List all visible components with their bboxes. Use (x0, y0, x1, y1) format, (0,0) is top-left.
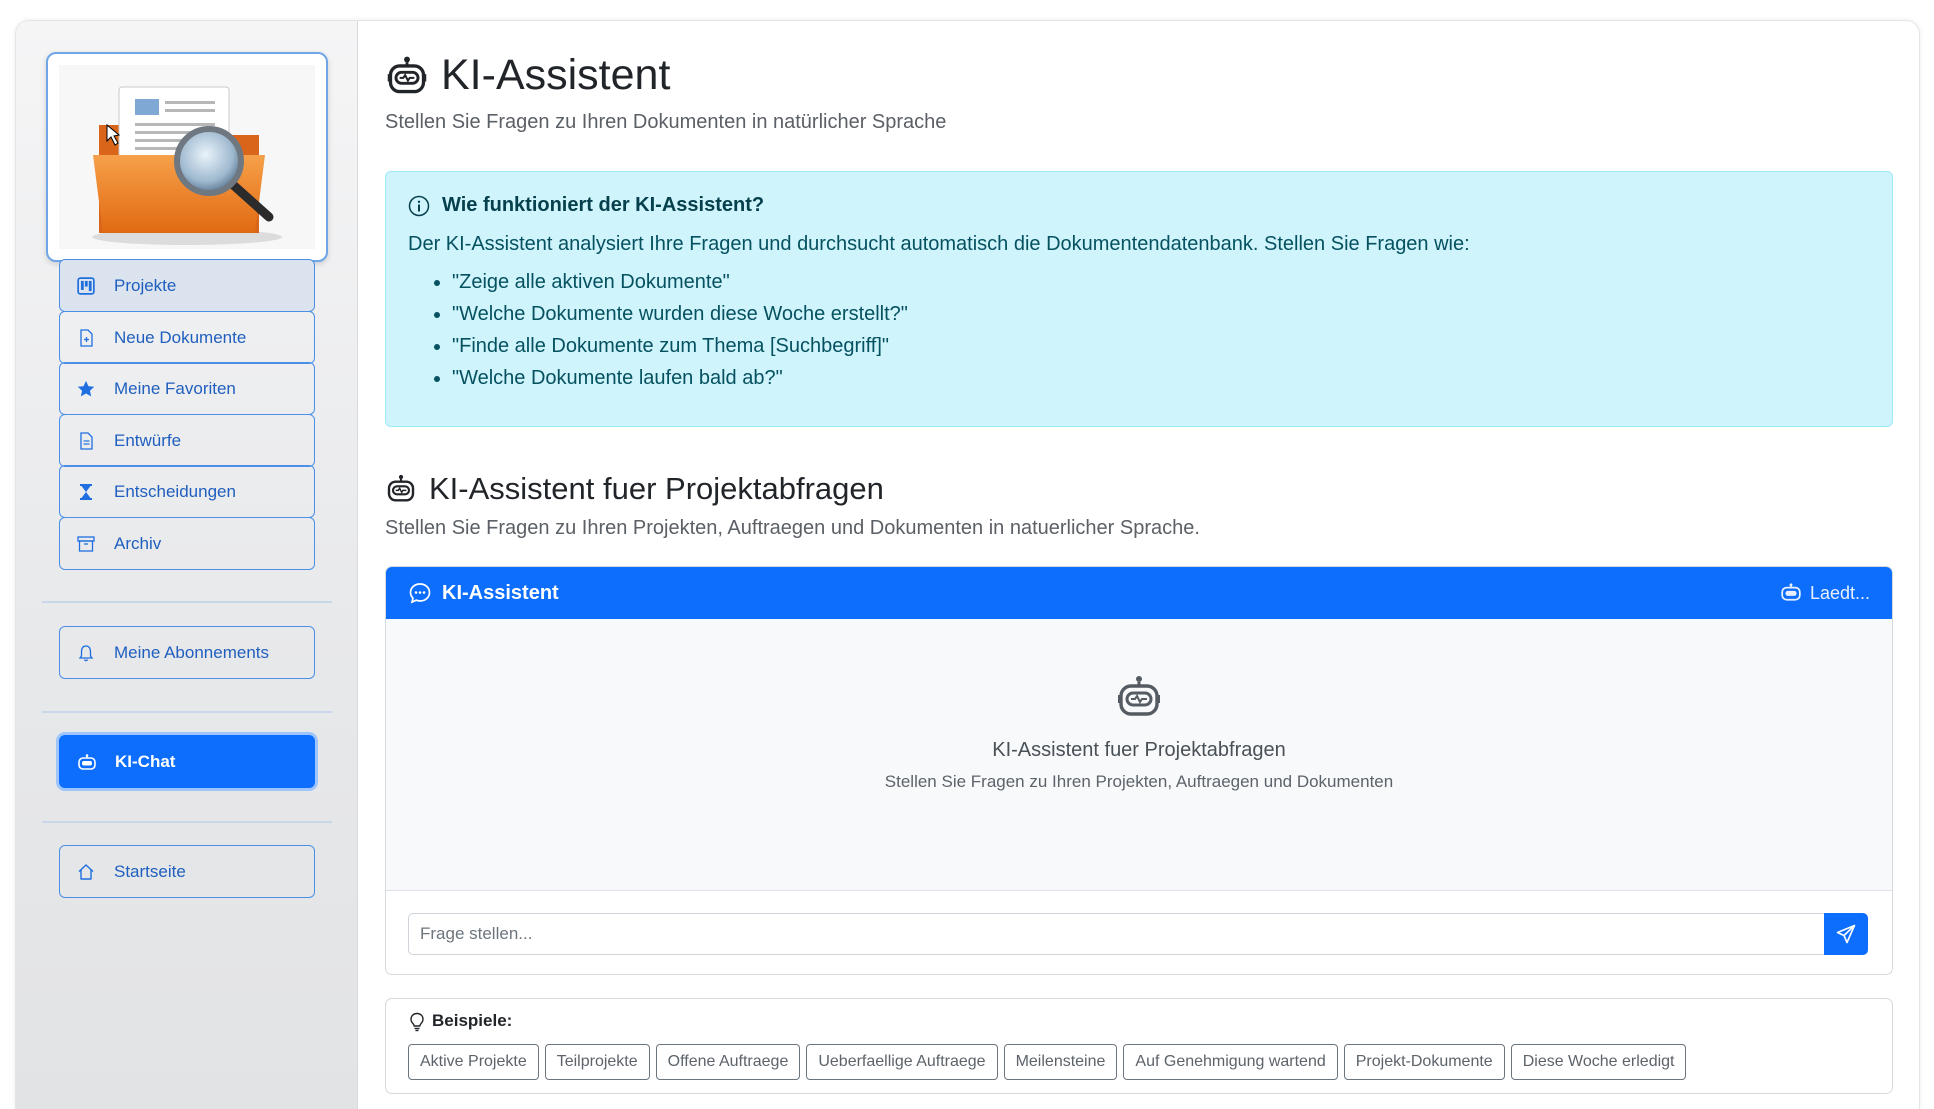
examples-panel: Beispiele: Aktive Projekte Teilprojekte … (385, 998, 1893, 1094)
example-chip-teilprojekte[interactable]: Teilprojekte (544, 1044, 650, 1080)
file-text-icon (76, 431, 96, 451)
sidebar-item-entwuerfe[interactable]: Entwürfe (59, 414, 315, 467)
robot-icon (385, 54, 429, 98)
logo[interactable] (46, 52, 328, 262)
folder-search-logo-icon (59, 65, 315, 249)
info-circle-icon (408, 195, 430, 217)
page-subtitle: Stellen Sie Fragen zu Ihren Dokumenten i… (385, 111, 947, 133)
sidebar-item-meine-favoriten[interactable]: Meine Favoriten (59, 362, 315, 415)
sidebar-item-archiv[interactable]: Archiv (59, 517, 315, 570)
example-chip-meilensteine[interactable]: Meilensteine (1003, 1044, 1118, 1080)
example-chip-diese-woche-erledigt[interactable]: Diese Woche erledigt (1510, 1044, 1687, 1080)
sidebar-item-label: Projekte (114, 275, 177, 295)
sidebar-item-entscheidungen[interactable]: Entscheidungen (59, 465, 315, 518)
sidebar-item-meine-abonnements[interactable]: Meine Abonnements (59, 626, 315, 679)
sidebar-item-projekte[interactable]: Projekte (59, 259, 315, 312)
sidebar-item-label: Archiv (114, 533, 162, 553)
sidebar-item-label: Startseite (114, 861, 186, 881)
example-chip-projekt-dokumente[interactable]: Projekt-Dokumente (1343, 1044, 1505, 1080)
info-example-list: "Zeige alle aktiven Dokumente" "Welche D… (452, 270, 1870, 390)
sidebar-item-label: Meine Abonnements (114, 642, 269, 662)
sidebar-item-label: Neue Dokumente (114, 327, 247, 347)
sidebar-item-startseite[interactable]: Startseite (59, 845, 315, 898)
sidebar-item-label: KI-Chat (115, 751, 176, 771)
page-title-text: KI-Assistent (441, 51, 671, 99)
info-heading: Wie funktioniert der KI-Assistent? (408, 194, 1870, 217)
kanban-icon (76, 276, 96, 296)
example-chip-auf-genehmigung-wartend[interactable]: Auf Genehmigung wartend (1123, 1044, 1338, 1080)
robot-icon (385, 473, 417, 505)
hourglass-icon (76, 482, 96, 502)
info-heading-text: Wie funktioniert der KI-Assistent? (442, 194, 765, 216)
list-item: "Zeige alle aktiven Dokumente" (452, 270, 1870, 294)
file-plus-icon (76, 328, 96, 348)
sidebar-item-label: Entscheidungen (114, 481, 236, 501)
archive-icon (76, 534, 96, 554)
example-chip-offene-auftraege[interactable]: Offene Auftraege (655, 1044, 801, 1080)
robot-icon (77, 752, 97, 772)
empty-state-subtitle: Stellen Sie Fragen zu Ihren Projekten, A… (884, 772, 1394, 791)
chat-status-text: Laedt... (1809, 582, 1870, 603)
sidebar-item-ki-chat[interactable]: KI-Chat (59, 735, 315, 788)
star-icon (76, 379, 96, 399)
send-button[interactable] (1824, 913, 1868, 955)
example-chip-aktive-projekte[interactable]: Aktive Projekte (408, 1044, 539, 1080)
list-item: "Welche Dokumente laufen bald ab?" (452, 366, 1870, 390)
sidebar-item-label: Entwürfe (114, 430, 182, 450)
chat-input-group (408, 913, 1868, 955)
chat-dots-icon (408, 581, 432, 605)
sidebar: Projekte Neue Dokumente Meine Favoriten … (16, 21, 358, 1109)
robot-icon (1115, 673, 1163, 721)
app-window: Projekte Neue Dokumente Meine Favoriten … (15, 20, 1920, 1109)
divider (42, 601, 332, 603)
divider (42, 821, 332, 823)
send-icon (1836, 924, 1856, 944)
section-title-text: KI-Assistent fuer Projektabfragen (429, 471, 884, 506)
list-item: "Welche Dokumente wurden diese Woche ers… (452, 302, 1870, 326)
chat-header: KI-Assistent Laedt... (386, 567, 1892, 619)
sidebar-item-label: Meine Favoriten (114, 378, 236, 398)
section-title: KI-Assistent fuer Projektabfragen (385, 471, 884, 507)
chat-status: Laedt... (1780, 582, 1870, 604)
examples-heading: Beispiele: (408, 1011, 1870, 1032)
divider (42, 711, 332, 713)
question-input[interactable] (408, 913, 1824, 955)
sidebar-item-neue-dokumente[interactable]: Neue Dokumente (59, 311, 315, 364)
chat-title: KI-Assistent (442, 581, 559, 604)
empty-state-title: KI-Assistent fuer Projektabfragen (992, 739, 1286, 761)
info-text: Der KI-Assistent analysiert Ihre Fragen … (408, 233, 1470, 255)
main-content: KI-Assistent Stellen Sie Fragen zu Ihren… (385, 21, 1919, 1109)
chat-messages: KI-Assistent fuer Projektabfragen Stelle… (386, 619, 1892, 891)
examples-label: Beispiele: (432, 1011, 513, 1030)
list-item: "Finde alle Dokumente zum Thema [Suchbeg… (452, 334, 1870, 358)
section-subtitle: Stellen Sie Fragen zu Ihren Projekten, A… (385, 517, 1200, 539)
chat-panel: KI-Assistent Laedt... KI-Assistent fuer … (385, 566, 1893, 975)
bell-icon (76, 643, 96, 663)
example-chip-ueberfaellige-auftraege[interactable]: Ueberfaellige Auftraege (806, 1044, 998, 1080)
info-alert: Wie funktioniert der KI-Assistent? Der K… (385, 171, 1893, 427)
robot-icon (1780, 582, 1802, 604)
example-chips: Aktive Projekte Teilprojekte Offene Auft… (408, 1044, 1870, 1080)
house-icon (76, 862, 96, 882)
lightbulb-icon (408, 1012, 426, 1032)
page-title: KI-Assistent (385, 51, 670, 100)
